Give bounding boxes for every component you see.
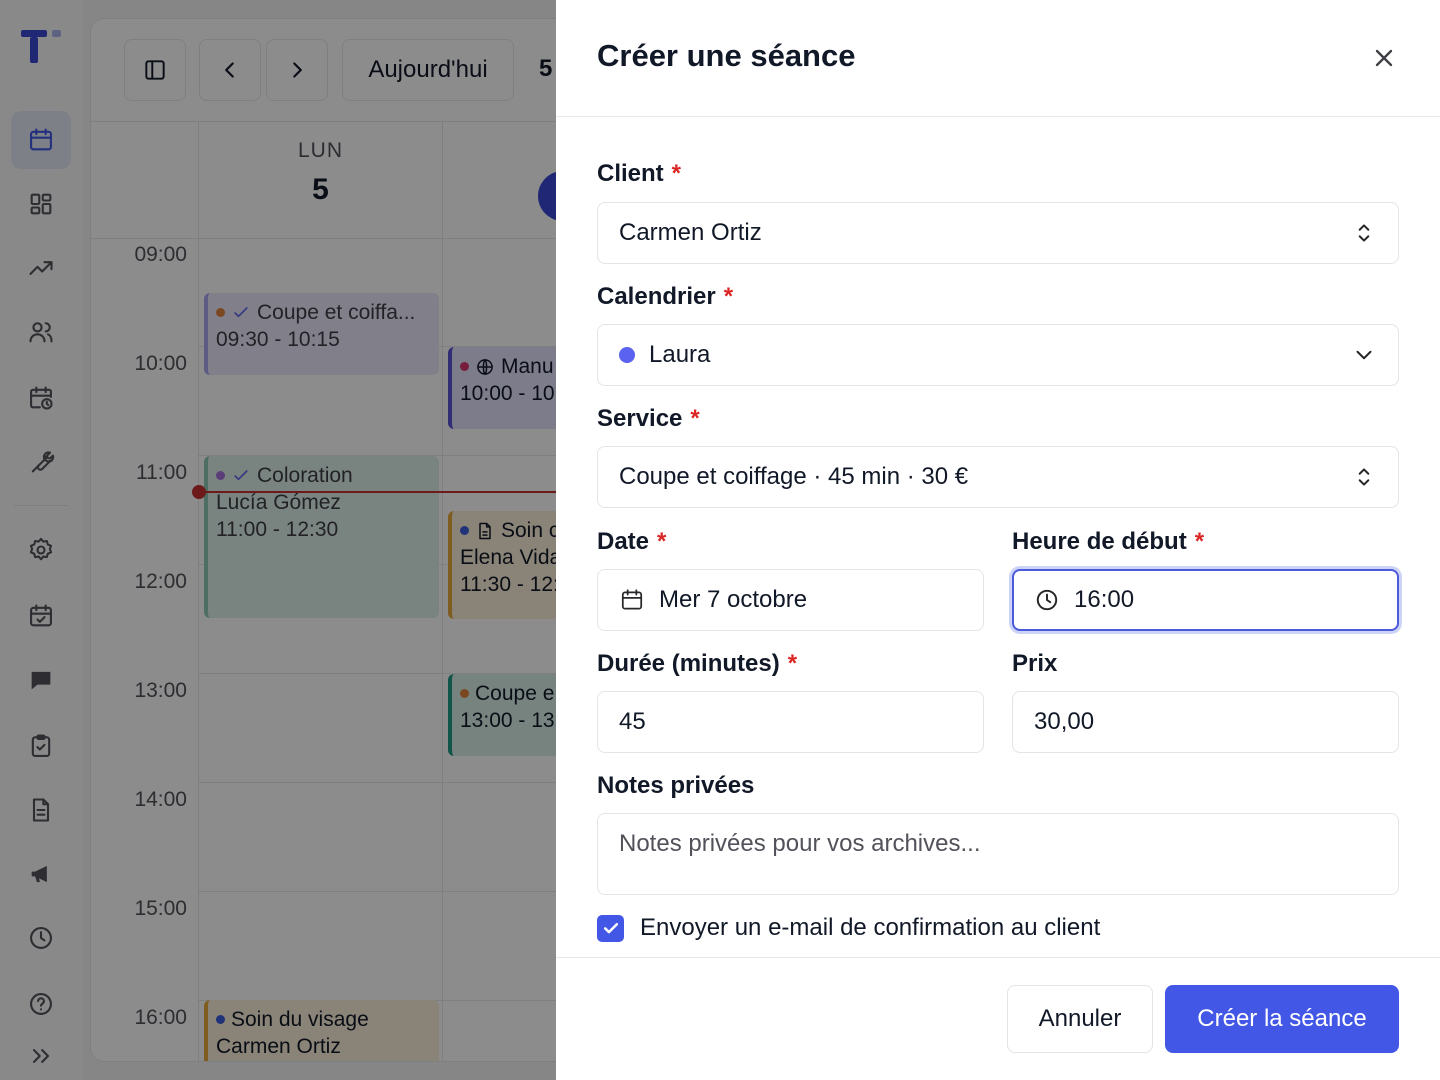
required-mark: * [671, 160, 682, 187]
send-email-checkbox[interactable] [597, 914, 624, 942]
start-time-label: Heure de début * [1012, 528, 1204, 556]
create-session-drawer: Créer une séance Client * Carmen Ortiz Ca… [556, 0, 1440, 1080]
start-time-label-text: Heure de début [1012, 528, 1187, 555]
date-value: Mer 7 octobre [659, 586, 808, 613]
cancel-button[interactable]: Annuler [1007, 985, 1153, 1053]
service-label-text: Service [597, 405, 683, 432]
service-value: Coupe et coiffage · 45 min · 30 € [619, 463, 969, 490]
service-label: Service * [597, 405, 700, 433]
client-label: Client * [597, 160, 681, 188]
price-value: 30,00 [1034, 708, 1095, 735]
close-button[interactable] [1366, 40, 1402, 76]
close-icon [1375, 49, 1393, 67]
client-select[interactable]: Carmen Ortiz [597, 202, 1399, 264]
drawer-title: Créer une séance [597, 38, 856, 73]
calendar-label: Calendrier * [597, 283, 733, 311]
notes-textarea[interactable]: Notes privées pour vos archives... [597, 813, 1399, 895]
duration-input[interactable]: 45 [597, 691, 984, 753]
create-session-button[interactable]: Créer la séance [1165, 985, 1399, 1053]
calendar-label-text: Calendrier [597, 283, 716, 310]
price-label: Prix [1012, 650, 1058, 677]
send-email-row[interactable]: Envoyer un e-mail de confirmation au cli… [597, 914, 1100, 942]
required-mark: * [787, 650, 798, 677]
notes-label: Notes privées [597, 772, 755, 799]
chevron-down-icon [1356, 350, 1372, 360]
chevron-up-down-icon [1358, 468, 1370, 486]
chevron-up-down-icon [1358, 224, 1370, 242]
client-label-text: Client [597, 160, 664, 187]
header-divider [556, 116, 1440, 117]
clock-icon [1036, 589, 1058, 611]
checkmark-icon [603, 923, 618, 934]
required-mark: * [723, 283, 734, 310]
calendar-color-dot [619, 347, 635, 363]
client-value: Carmen Ortiz [619, 219, 762, 246]
date-picker[interactable]: Mer 7 octobre [597, 569, 984, 631]
required-mark: * [657, 528, 667, 555]
duration-label: Durée (minutes) * [597, 650, 797, 678]
start-time-input[interactable]: 16:00 [1012, 569, 1399, 631]
calendar-select[interactable]: Laura [597, 324, 1399, 386]
duration-label-text: Durée (minutes) [597, 650, 780, 677]
date-label-text: Date [597, 528, 650, 555]
duration-value: 45 [619, 708, 646, 735]
required-mark: * [690, 405, 700, 432]
service-select[interactable]: Coupe et coiffage · 45 min · 30 € [597, 446, 1399, 508]
modal-backdrop[interactable] [0, 0, 556, 1080]
send-email-label: Envoyer un e-mail de confirmation au cli… [640, 914, 1101, 941]
calendar-value: Laura [649, 341, 711, 368]
calendar-icon [621, 589, 643, 610]
required-mark: * [1194, 528, 1205, 555]
date-label: Date * [597, 528, 666, 556]
price-input[interactable]: 30,00 [1012, 691, 1399, 753]
start-time-value: 16:00 [1074, 586, 1135, 613]
footer-divider [556, 957, 1440, 958]
